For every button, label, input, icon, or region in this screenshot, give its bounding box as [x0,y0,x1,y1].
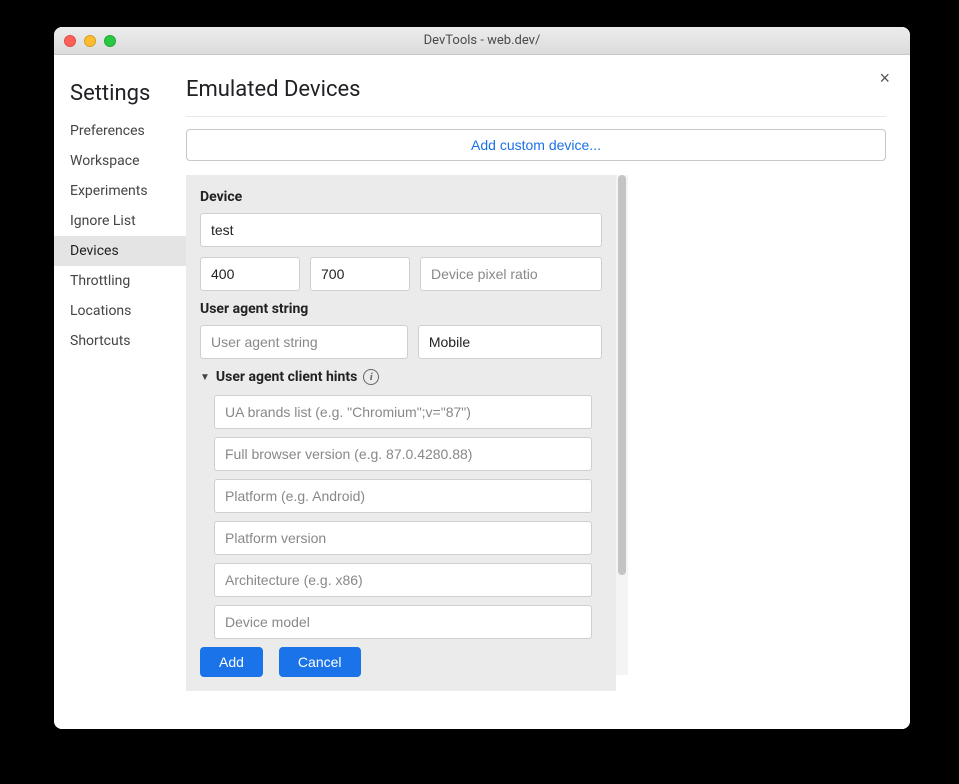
close-icon[interactable]: × [879,69,890,87]
info-icon[interactable]: i [363,369,379,385]
close-window-icon[interactable] [64,35,76,47]
ua-architecture-input[interactable] [214,563,592,597]
ua-client-hints-label: User agent client hints [216,369,357,385]
ua-platform-version-input[interactable] [214,521,592,555]
sidebar-item-devices[interactable]: Devices [54,236,186,266]
traffic-lights [54,35,116,47]
ua-client-hints-toggle[interactable]: ▼ User agent client hints i [200,369,602,385]
scrollbar-track[interactable] [616,175,628,675]
ua-client-hints-group [200,395,602,639]
device-height-input[interactable] [310,257,410,291]
ua-section-label: User agent string [200,301,602,317]
ua-device-model-input[interactable] [214,605,592,639]
cancel-button[interactable]: Cancel [279,647,361,677]
sidebar-item-workspace[interactable]: Workspace [54,146,186,176]
content-area: × Settings Preferences Workspace Experim… [54,55,910,729]
sidebar-item-preferences[interactable]: Preferences [54,116,186,146]
ua-type-select[interactable]: Mobile [418,325,602,359]
add-button[interactable]: Add [200,647,263,677]
sidebar-item-locations[interactable]: Locations [54,296,186,326]
device-width-input[interactable] [200,257,300,291]
chevron-down-icon: ▼ [200,372,210,383]
ua-platform-input[interactable] [214,479,592,513]
ua-string-input[interactable] [200,325,408,359]
device-section-label: Device [200,189,602,205]
window-title: DevTools - web.dev/ [54,33,910,48]
add-custom-device-button[interactable]: Add custom device... [186,129,886,161]
page-title: Emulated Devices [186,77,886,117]
sidebar-item-experiments[interactable]: Experiments [54,176,186,206]
sidebar-item-throttling[interactable]: Throttling [54,266,186,296]
devtools-window: DevTools - web.dev/ × Settings Preferenc… [54,27,910,729]
main-panel: Emulated Devices Add custom device... De… [186,55,910,729]
device-pixel-ratio-input[interactable] [420,257,602,291]
form-actions: Add Cancel [200,647,602,677]
maximize-window-icon[interactable] [104,35,116,47]
sidebar-item-ignore-list[interactable]: Ignore List [54,206,186,236]
device-form: Device User agent string Mobile [186,175,616,691]
ua-full-version-input[interactable] [214,437,592,471]
titlebar: DevTools - web.dev/ [54,27,910,55]
device-name-input[interactable] [200,213,602,247]
minimize-window-icon[interactable] [84,35,96,47]
settings-header: Settings [54,77,186,116]
sidebar-item-shortcuts[interactable]: Shortcuts [54,326,186,356]
scrollbar-thumb[interactable] [618,175,626,575]
ua-brands-input[interactable] [214,395,592,429]
settings-sidebar: Settings Preferences Workspace Experimen… [54,55,186,729]
